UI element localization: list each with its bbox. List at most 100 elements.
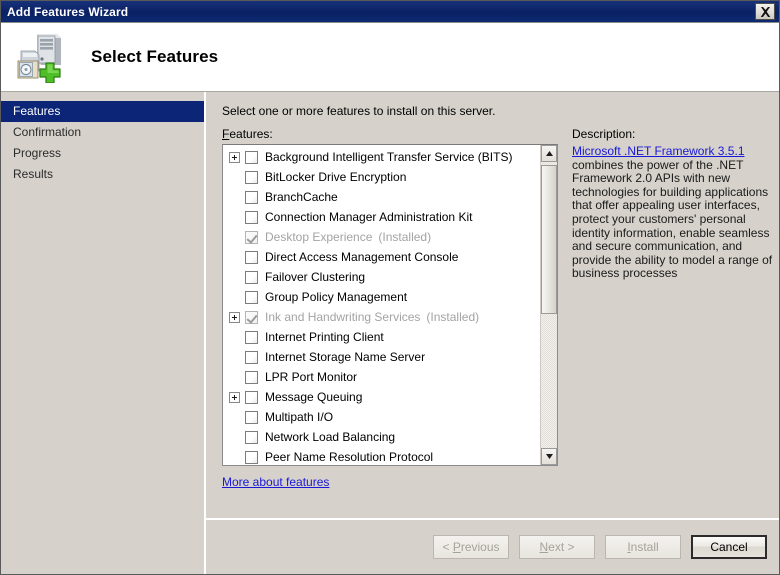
feature-checkbox[interactable]: [245, 450, 258, 464]
expand-plus-icon[interactable]: [229, 391, 240, 403]
feature-checkbox[interactable]: [245, 210, 258, 224]
feature-installed-tag: (Installed): [378, 230, 432, 244]
description-label: Description:: [572, 127, 636, 141]
features-list[interactable]: Background Intelligent Transfer Service …: [223, 145, 540, 465]
feature-label: Desktop Experience: [265, 230, 373, 244]
feature-checkbox[interactable]: [245, 390, 258, 404]
feature-label: BitLocker Drive Encryption: [265, 170, 407, 184]
feature-row[interactable]: BitLocker Drive Encryption: [223, 167, 540, 187]
wizard-content: Select one or more features to install o…: [206, 92, 779, 574]
feature-row[interactable]: Direct Access Management Console: [223, 247, 540, 267]
feature-checkbox[interactable]: [245, 370, 258, 384]
sidebar-item-progress[interactable]: Progress: [1, 143, 204, 164]
feature-row[interactable]: LPR Port Monitor: [223, 367, 540, 387]
install-button-label: Install: [627, 540, 659, 554]
features-pane: Select one or more features to install o…: [206, 92, 779, 518]
wizard-footer: < Previous Next > Install Cancel: [206, 518, 779, 574]
feature-row[interactable]: Peer Name Resolution Protocol: [223, 447, 540, 465]
feature-checkbox[interactable]: [245, 290, 258, 304]
feature-checkbox[interactable]: [245, 430, 258, 444]
feature-label: Connection Manager Administration Kit: [265, 210, 473, 224]
feature-row[interactable]: Failover Clustering: [223, 267, 540, 287]
feature-row[interactable]: Multipath I/O: [223, 407, 540, 427]
feature-checkbox[interactable]: [245, 150, 258, 164]
feature-label: BranchCache: [265, 190, 338, 204]
feature-row[interactable]: Ink and Handwriting Services (Installed): [223, 307, 540, 327]
scrollbar-thumb[interactable]: [541, 164, 557, 314]
next-button[interactable]: Next >: [519, 535, 595, 559]
feature-row[interactable]: Internet Printing Client: [223, 327, 540, 347]
wizard-step-sidebar: Features Confirmation Progress Results: [1, 92, 206, 574]
feature-label: Failover Clustering: [265, 270, 366, 284]
install-button[interactable]: Install: [605, 535, 681, 559]
scroll-down-icon[interactable]: [541, 448, 557, 465]
window-title: Add Features Wizard: [7, 4, 129, 19]
add-features-server-icon: [13, 31, 69, 84]
feature-row[interactable]: Group Policy Management: [223, 287, 540, 307]
next-button-label: Next >: [539, 540, 575, 554]
scrollbar-track[interactable]: [541, 162, 557, 448]
feature-label: Multipath I/O: [265, 410, 334, 424]
feature-row[interactable]: Background Intelligent Transfer Service …: [223, 147, 540, 167]
sidebar-item-confirmation[interactable]: Confirmation: [1, 122, 204, 143]
sidebar-item-label: Results: [13, 167, 54, 181]
expand-plus-icon[interactable]: [229, 151, 240, 163]
description-link[interactable]: Microsoft .NET Framework 3.5.1: [572, 145, 745, 158]
features-scrollbar[interactable]: [540, 145, 557, 465]
feature-row[interactable]: Message Queuing: [223, 387, 540, 407]
add-features-wizard-window: Add Features Wizard Select Features Feat…: [0, 0, 780, 575]
feature-checkbox[interactable]: [245, 350, 258, 364]
feature-checkbox[interactable]: [245, 410, 258, 424]
sidebar-item-features[interactable]: Features: [1, 101, 204, 122]
expand-plus-icon[interactable]: [229, 311, 240, 323]
feature-checkbox[interactable]: [245, 330, 258, 344]
wizard-banner: Select Features: [1, 23, 779, 91]
feature-installed-tag: (Installed): [426, 310, 480, 324]
description-text: Microsoft .NET Framework 3.5.1 combines …: [572, 145, 777, 305]
title-bar[interactable]: Add Features Wizard: [1, 1, 779, 23]
feature-label: Internet Storage Name Server: [265, 350, 426, 364]
feature-row[interactable]: Desktop Experience (Installed): [223, 227, 540, 247]
wizard-body: Features Confirmation Progress Results S…: [1, 91, 779, 574]
feature-label: Background Intelligent Transfer Service …: [265, 150, 513, 164]
more-about-features-link[interactable]: More about features: [222, 475, 329, 489]
feature-checkbox[interactable]: [245, 270, 258, 284]
feature-label: Group Policy Management: [265, 290, 408, 304]
previous-button-label: < Previous: [442, 540, 500, 554]
description-body: combines the power of the .NET Framework…: [572, 157, 773, 281]
feature-row[interactable]: Connection Manager Administration Kit: [223, 207, 540, 227]
cancel-button-label: Cancel: [710, 540, 748, 554]
feature-checkbox[interactable]: [245, 250, 258, 264]
features-listbox[interactable]: Background Intelligent Transfer Service …: [222, 144, 558, 466]
feature-row[interactable]: Internet Storage Name Server: [223, 347, 540, 367]
feature-row[interactable]: BranchCache: [223, 187, 540, 207]
feature-checkbox[interactable]: [245, 170, 258, 184]
cancel-button[interactable]: Cancel: [691, 535, 767, 559]
features-list-label: Features:: [222, 127, 558, 141]
feature-label: Ink and Handwriting Services: [265, 310, 421, 324]
sidebar-item-label: Features: [13, 104, 61, 118]
feature-row[interactable]: Network Load Balancing: [223, 427, 540, 447]
sidebar-item-label: Confirmation: [13, 125, 82, 139]
feature-label: Peer Name Resolution Protocol: [265, 450, 434, 464]
previous-button[interactable]: < Previous: [433, 535, 509, 559]
sidebar-item-label: Progress: [13, 146, 62, 160]
features-label-rest: eatures:: [229, 127, 273, 141]
instruction-text: Select one or more features to install o…: [222, 104, 496, 118]
close-icon[interactable]: [755, 3, 775, 20]
feature-checkbox[interactable]: [245, 190, 258, 204]
feature-label: Message Queuing: [265, 390, 363, 404]
scroll-up-icon[interactable]: [541, 145, 557, 162]
feature-label: Internet Printing Client: [265, 330, 384, 344]
sidebar-item-results[interactable]: Results: [1, 164, 204, 185]
